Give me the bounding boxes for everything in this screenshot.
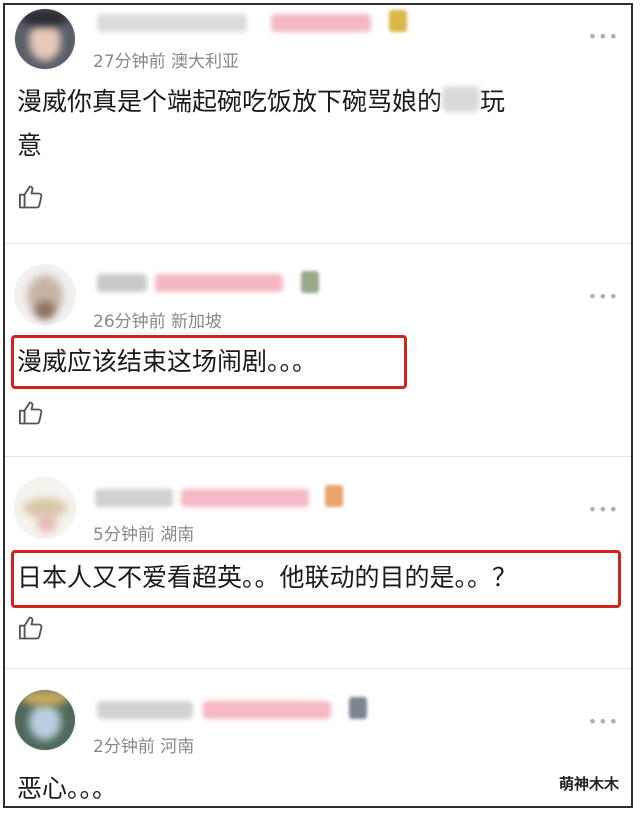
user-tag [181, 489, 309, 507]
comment-time: 5分钟前 [93, 525, 155, 545]
user-tag [203, 701, 331, 719]
thumbs-up-icon[interactable] [17, 399, 45, 427]
comment-text-line2: 意 [17, 131, 43, 160]
watermark: 萌神木木 [556, 773, 621, 794]
level-badge-icon [349, 697, 367, 719]
avatar[interactable] [15, 478, 75, 538]
more-dots-icon[interactable]: ••• [588, 500, 619, 519]
comment-item: 2分钟前 河南 ••• 恶心。。。 [5, 668, 631, 806]
comment-meta: 26分钟前 新加坡 [93, 307, 222, 332]
comment-meta: 5分钟前 湖南 [93, 520, 194, 545]
thumbs-up-icon[interactable] [17, 183, 45, 211]
level-badge-icon [301, 271, 319, 293]
avatar[interactable] [15, 9, 75, 69]
comment-time: 2分钟前 [93, 737, 155, 757]
comment-text: 恶心。。。 [17, 774, 118, 803]
level-badge-icon [389, 10, 407, 32]
comment-meta: 2分钟前 河南 [93, 732, 194, 757]
username[interactable] [97, 274, 147, 292]
comment-location: 湖南 [160, 525, 195, 545]
comment-item: 5分钟前 湖南 ••• 日本人又不爱看超英。。他联动的目的是。。？ [5, 456, 631, 668]
username[interactable] [95, 489, 173, 507]
comment-text: 漫威你真是个端起碗吃饭放下碗骂娘的 玩 [17, 81, 505, 123]
user-tag [155, 274, 283, 292]
user-tag [271, 14, 371, 32]
comment-location: 澳大利亚 [171, 52, 240, 72]
comment-time: 27分钟前 [93, 52, 166, 72]
username[interactable] [97, 701, 193, 719]
comment-item: 27分钟前 澳大利亚 ••• 漫威你真是个端起碗吃饭放下碗骂娘的 玩 意 [5, 5, 631, 243]
comment-meta: 27分钟前 澳大利亚 [93, 47, 239, 72]
comment-location: 河南 [160, 737, 195, 757]
censored-word [442, 86, 481, 112]
more-dots-icon[interactable]: ••• [588, 287, 619, 306]
comment-text-part: 漫威你真是个端起碗吃饭放下碗骂娘的 [17, 87, 443, 116]
more-dots-icon[interactable]: ••• [588, 712, 619, 731]
comment-text-part: 玩 [480, 87, 506, 116]
comment-location: 新加坡 [171, 312, 223, 332]
username[interactable] [97, 14, 247, 32]
comment-item: 26分钟前 新加坡 ••• 漫威应该结束这场闹剧。。。 [5, 243, 631, 456]
thumbs-up-icon[interactable] [17, 614, 45, 642]
comment-time: 26分钟前 [93, 312, 166, 332]
avatar[interactable] [15, 265, 75, 325]
more-dots-icon[interactable]: ••• [588, 27, 619, 46]
comment-text: 日本人又不爱看超英。。他联动的目的是。。？ [17, 563, 518, 592]
comment-list: 27分钟前 澳大利亚 ••• 漫威你真是个端起碗吃饭放下碗骂娘的 玩 意 26分钟… [3, 3, 633, 808]
avatar[interactable] [15, 690, 75, 750]
comment-text: 漫威应该结束这场闹剧。。。 [17, 347, 318, 376]
level-badge-icon [325, 485, 343, 507]
